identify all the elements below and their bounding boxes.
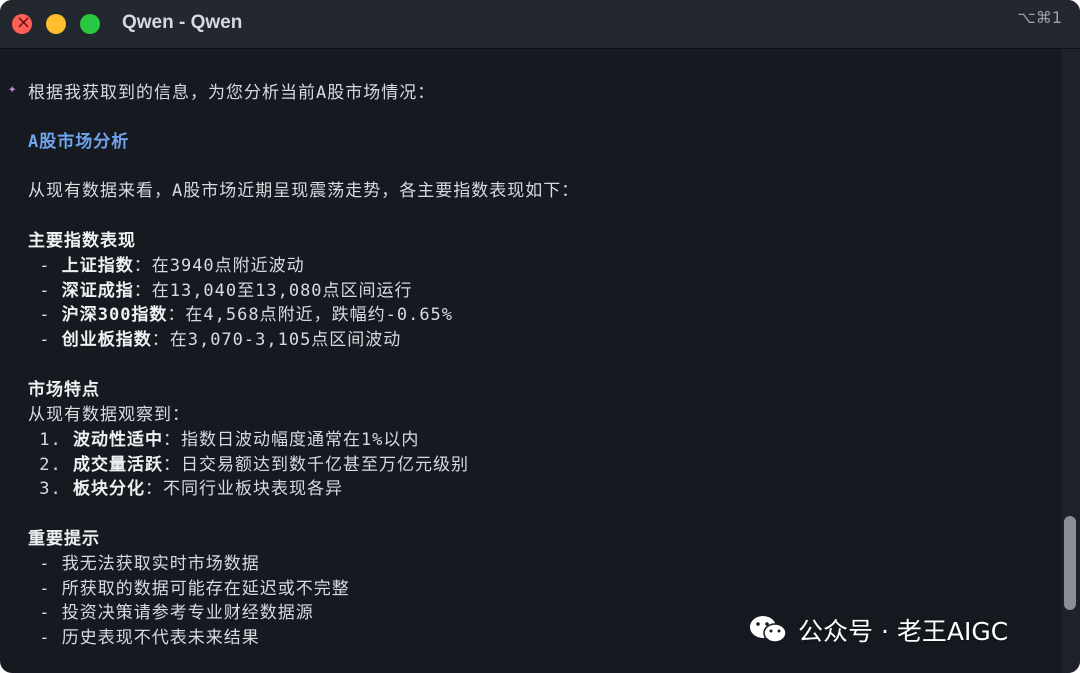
feature-name: 板块分化 xyxy=(72,479,145,499)
bullet: - xyxy=(28,256,62,276)
window-shortcut: ⌥⌘1 xyxy=(1017,8,1062,27)
note-item: - 所获取的数据可能存在延迟或不完整 xyxy=(28,578,350,599)
terminal-window: Qwen - Qwen ⌥⌘1 ✦ 根据我获取到的信息，为您分析当前A股市场情况… xyxy=(0,0,1080,673)
feature-detail: ：指数日波动幅度通常在1%以内 xyxy=(162,430,420,450)
index-name: 创业板指数 xyxy=(61,329,152,350)
index-item: - 深证成指：在13,040至13,080点区间运行 xyxy=(28,276,413,301)
summary-line: 从现有数据来看，A股市场近期呈现震荡走势，各主要指数表现如下： xyxy=(28,181,580,201)
index-detail: ：在3,070-3,105点区间波动 xyxy=(151,329,402,350)
list-number: 3. xyxy=(28,479,73,499)
section-heading: A股市场分析 xyxy=(28,132,130,152)
index-name: 沪深300指数 xyxy=(61,305,168,325)
note-item: - 历史表现不代表未来结果 xyxy=(28,627,260,648)
intro-line: 根据我获取到的信息，为您分析当前A股市场情况： xyxy=(28,83,436,103)
bullet: - xyxy=(28,280,62,301)
features-title: 市场特点 xyxy=(28,380,100,400)
watermark-text: 公众号 · 老王AIGC xyxy=(798,617,1009,646)
note-item: - 投资决策请参考专业财经数据源 xyxy=(28,603,314,623)
terminal-output: ✦ 根据我获取到的信息，为您分析当前A股市场情况： A股市场分析 从现有数据来看… xyxy=(0,49,1060,673)
index-item: - 上证指数：在3940点附近波动 xyxy=(28,251,305,276)
index-item: - 沪深300指数：在4,568点附近，跌幅约-0.65% xyxy=(28,300,453,325)
index-detail: ：在4,568点附近，跌幅约-0.65% xyxy=(167,305,454,325)
bullet: - xyxy=(28,305,62,325)
index-item: - 创业板指数：在3,070-3,105点区间波动 xyxy=(28,325,401,350)
title-bar: Qwen - Qwen ⌥⌘1 xyxy=(0,0,1080,49)
maximize-button[interactable] xyxy=(80,14,100,34)
window-title: Qwen - Qwen xyxy=(122,12,243,33)
features-intro: 从现有数据观察到： xyxy=(28,405,190,425)
sparkle-icon: ✦ xyxy=(8,81,18,97)
list-number: 1. xyxy=(28,430,73,450)
list-number: 2. xyxy=(28,454,73,475)
index-name: 上证指数 xyxy=(61,256,134,276)
watermark: 公众号 · 老王AIGC xyxy=(748,610,1008,650)
feature-item: 2. 成交量活跃：日交易额达到数千亿甚至万亿元级别 xyxy=(28,450,469,475)
scrollbar-thumb[interactable] xyxy=(1064,516,1076,610)
notes-title: 重要提示 xyxy=(28,529,100,549)
close-button[interactable] xyxy=(12,12,32,34)
feature-item: 3. 板块分化：不同行业板块表现各异 xyxy=(28,474,343,499)
indices-title: 主要指数表现 xyxy=(28,231,136,251)
feature-detail: ：不同行业板块表现各异 xyxy=(144,479,343,499)
index-detail: ：在13,040至13,080点区间运行 xyxy=(133,280,413,301)
wechat-icon xyxy=(748,614,788,646)
feature-detail: ：日交易额达到数千亿甚至万亿元级别 xyxy=(162,454,469,475)
note-item: - 我无法获取实时市场数据 xyxy=(28,554,260,574)
index-detail: ：在3940点附近波动 xyxy=(133,256,305,276)
bullet: - xyxy=(28,329,62,350)
minimize-button[interactable] xyxy=(46,14,66,34)
feature-name: 成交量活跃 xyxy=(72,454,163,475)
feature-name: 波动性适中 xyxy=(72,430,163,450)
index-name: 深证成指 xyxy=(61,280,134,301)
feature-item: 1. 波动性适中：指数日波动幅度通常在1%以内 xyxy=(28,425,419,450)
